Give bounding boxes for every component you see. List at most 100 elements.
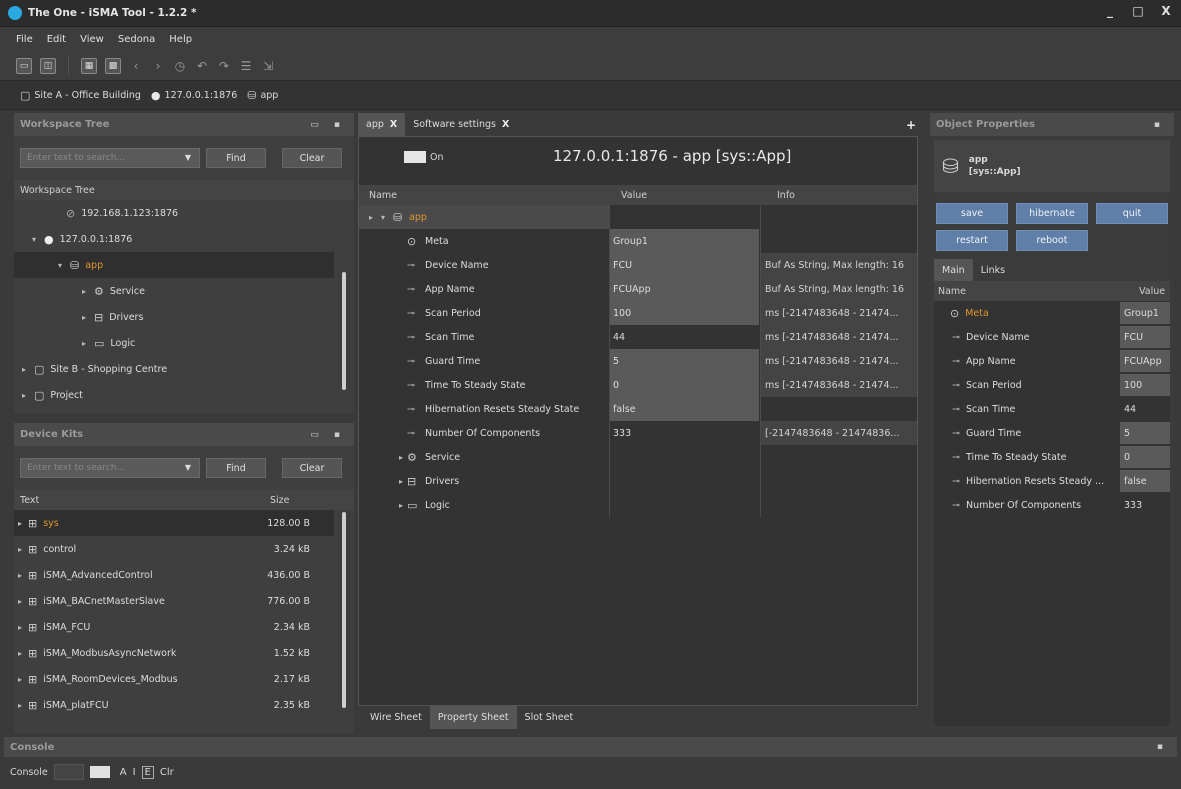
save-button[interactable]: save	[936, 203, 1008, 224]
grid-view-icon[interactable]: ▦	[81, 58, 97, 74]
chevron-right-icon[interactable]: ▸	[395, 453, 407, 462]
kits-scrollbar[interactable]	[342, 512, 346, 708]
tree-item-app[interactable]: ▾ ⛁ app	[14, 252, 334, 278]
tree-item-local-device[interactable]: ▾ ● 127.0.0.1:1876	[14, 226, 354, 252]
kit-row-room-devices[interactable]: ▸ ⊞ iSMA_RoomDevices_Modbus 2.17 kB	[14, 666, 334, 692]
tab-main[interactable]: Main	[934, 259, 973, 282]
menu-edit[interactable]: Edit	[47, 34, 66, 45]
tree-item-site-b[interactable]: ▸ ▢ Site B - Shopping Centre	[14, 356, 354, 382]
chevron-down-icon[interactable]: ▾	[377, 213, 389, 222]
undo-icon[interactable]: ↶	[195, 59, 209, 73]
props-row-app-name[interactable]: ⊸ App Name FCUApp	[934, 349, 1170, 373]
col-size[interactable]: Size	[270, 495, 290, 506]
reboot-button[interactable]: reboot	[1016, 230, 1088, 251]
value-cell[interactable]: 0	[609, 373, 759, 397]
table-row[interactable]: ⊸ Time To Steady State 0 ms [-2147483648…	[359, 373, 917, 397]
new-window-icon[interactable]: ▭	[16, 58, 32, 74]
table-row[interactable]: ⊸ App Name FCUApp Buf As String, Max len…	[359, 277, 917, 301]
window-layout-icon[interactable]: ◫	[40, 58, 56, 74]
history-icon[interactable]: ◷	[173, 59, 187, 73]
tree-item-remote-device[interactable]: ⊘ 192.168.1.123:1876	[14, 200, 354, 226]
add-tab-button[interactable]: +	[906, 118, 916, 132]
chevron-right-icon[interactable]: ▸	[395, 501, 407, 510]
tab-links[interactable]: Links	[973, 259, 1013, 282]
chevron-down-icon[interactable]: ▾	[54, 261, 66, 270]
chevron-right-icon[interactable]: ▸	[14, 701, 26, 710]
props-row-scan-period[interactable]: ⊸ Scan Period 100	[934, 373, 1170, 397]
props-row-scan-time[interactable]: ⊸ Scan Time 44	[934, 397, 1170, 421]
workspace-find-button[interactable]: Find	[206, 148, 266, 168]
chevron-right-icon[interactable]: ▸	[14, 545, 26, 554]
value-cell[interactable]: 100	[609, 301, 759, 325]
breadcrumb-item-device[interactable]: ● 127.0.0.1:1876	[151, 89, 237, 102]
close-icon[interactable]: X	[390, 119, 397, 130]
table-row[interactable]: ⊸ Hibernation Resets Steady State false	[359, 397, 917, 421]
menu-file[interactable]: File	[16, 34, 33, 45]
close-icon[interactable]: X	[502, 119, 509, 130]
chevron-right-icon[interactable]: ▸	[14, 623, 26, 632]
workspace-scrollbar[interactable]	[342, 272, 346, 390]
chevron-right-icon[interactable]: ▸	[78, 339, 90, 348]
panel-controls[interactable]: ▪	[1154, 120, 1166, 130]
chevron-right-icon[interactable]: ▸	[14, 597, 26, 606]
value-cell[interactable]: Group1	[609, 229, 759, 253]
tab-slot-sheet[interactable]: Slot Sheet	[517, 706, 582, 729]
tree-item-service[interactable]: ▸ ⚙ Service	[14, 278, 354, 304]
chevron-right-icon[interactable]: ▸	[14, 675, 26, 684]
workspace-clear-button[interactable]: Clear	[282, 148, 342, 168]
props-row-device-name[interactable]: ⊸ Device Name FCU	[934, 325, 1170, 349]
panel-controls[interactable]: ▪	[1157, 742, 1169, 752]
chevron-right-icon[interactable]: ▸	[365, 213, 377, 222]
chevron-down-icon[interactable]: ▾	[28, 235, 40, 244]
value-cell[interactable]: 5	[609, 349, 759, 373]
kit-row-bacnet[interactable]: ▸ ⊞ iSMA_BACnetMasterSlave 776.00 B	[14, 588, 334, 614]
kit-row-fcu[interactable]: ▸ ⊞ iSMA_FCU 2.34 kB	[14, 614, 334, 640]
props-row-meta[interactable]: ⊙ Meta Group1	[934, 301, 1170, 325]
breadcrumb-item-app[interactable]: ⛁ app	[247, 89, 278, 102]
tab-wire-sheet[interactable]: Wire Sheet	[362, 706, 430, 729]
tree-item-project[interactable]: ▸ ▢ Project	[14, 382, 354, 408]
table-row[interactable]: ▸ ▭ Logic	[359, 493, 917, 517]
table-row[interactable]: ⊸ Scan Time 44 ms [-2147483648 - 21474..…	[359, 325, 917, 349]
table-row[interactable]: ▸ ⊟ Drivers	[359, 469, 917, 493]
on-toggle[interactable]: On	[404, 151, 444, 163]
menu-help[interactable]: Help	[169, 34, 192, 45]
panel-controls[interactable]: ▭ ▪	[310, 120, 346, 130]
chevron-right-icon[interactable]: ▸	[14, 571, 26, 580]
chevron-right-icon[interactable]: ▸	[78, 287, 90, 296]
console-clear-button[interactable]: Clr	[160, 767, 174, 778]
props-row-guard-time[interactable]: ⊸ Guard Time 5	[934, 421, 1170, 445]
menu-sedona[interactable]: Sedona	[118, 34, 155, 45]
kit-row-advanced-control[interactable]: ▸ ⊞ iSMA_AdvancedControl 436.00 B	[14, 562, 334, 588]
console-filter-i[interactable]: I	[133, 767, 136, 778]
workspace-search-input[interactable]: Enter text to search... ▼	[20, 148, 200, 168]
tab-software-settings[interactable]: Software settings X	[405, 113, 517, 136]
back-icon[interactable]: ‹	[129, 59, 143, 73]
table-row[interactable]: ⊸ Number Of Components 333 [-2147483648 …	[359, 421, 917, 445]
props-row-hibernation[interactable]: ⊸ Hibernation Resets Steady ... false	[934, 469, 1170, 493]
table-row[interactable]: ⊸ Scan Period 100 ms [-2147483648 - 2147…	[359, 301, 917, 325]
console-filter-e[interactable]: E	[141, 765, 154, 779]
chevron-right-icon[interactable]: ▸	[14, 649, 26, 658]
hibernate-button[interactable]: hibernate	[1016, 203, 1088, 224]
console-input[interactable]	[53, 764, 84, 780]
value-cell[interactable]: 44	[609, 325, 759, 349]
tree-item-drivers[interactable]: ▸ ⊟ Drivers	[14, 304, 354, 330]
export-icon[interactable]: ⇲	[261, 59, 275, 73]
forward-icon[interactable]: ›	[151, 59, 165, 73]
value-cell[interactable]: FCU	[609, 253, 759, 277]
value-cell[interactable]: 333	[609, 421, 759, 445]
redo-icon[interactable]: ↷	[217, 59, 231, 73]
chevron-right-icon[interactable]: ▸	[14, 519, 26, 528]
table-row[interactable]: ▸ ⚙ Service	[359, 445, 917, 469]
menu-view[interactable]: View	[80, 34, 104, 45]
chevron-right-icon[interactable]: ▸	[18, 365, 30, 374]
chevron-right-icon[interactable]: ▸	[395, 477, 407, 486]
tab-app[interactable]: app X	[358, 113, 406, 136]
kit-row-control[interactable]: ▸ ⊞ control 3.24 kB	[14, 536, 334, 562]
table-row[interactable]: ⊸ Guard Time 5 ms [-2147483648 - 21474..…	[359, 349, 917, 373]
quit-button[interactable]: quit	[1096, 203, 1168, 224]
list-icon[interactable]: ☰	[239, 59, 253, 73]
kit-row-platfcu[interactable]: ▸ ⊞ iSMA_platFCU 2.35 kB	[14, 692, 334, 718]
console-toggle[interactable]	[89, 766, 110, 778]
